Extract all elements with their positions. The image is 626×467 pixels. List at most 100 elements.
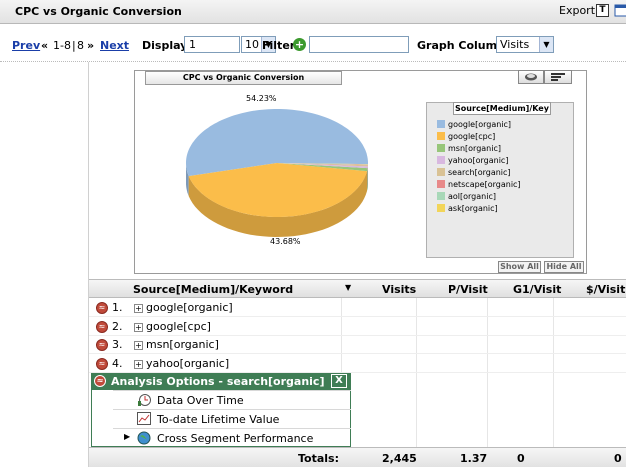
table-header: Source[Medium]/Keyword ▼ Visits P/Visit …: [89, 279, 626, 298]
close-button[interactable]: X: [331, 374, 347, 388]
line-chart-icon: [137, 412, 151, 425]
legend-item[interactable]: ask[organic]: [437, 204, 498, 214]
clock-chart-icon: [138, 394, 151, 406]
legend-swatch: [437, 132, 445, 140]
filter-label: Filter: [262, 39, 296, 52]
menu-item-label: Data Over Time: [157, 394, 244, 407]
legend-item[interactable]: yahoo[organic]: [437, 156, 508, 166]
legend-swatch: [437, 168, 445, 176]
row-options-icon[interactable]: ≈: [96, 302, 108, 314]
row-number: 3.: [112, 338, 123, 351]
first-page-icon[interactable]: «: [41, 39, 48, 52]
pie-icon: [525, 73, 537, 81]
next-link[interactable]: Next: [100, 39, 129, 52]
legend-item[interactable]: google[organic]: [437, 120, 511, 130]
totals-row: Totals: 2,445 1.37 0 0: [89, 447, 626, 467]
row-options-icon[interactable]: ≈: [96, 339, 108, 351]
legend-item[interactable]: search[organic]: [437, 168, 511, 178]
show-all-button[interactable]: Show All: [498, 261, 541, 273]
expand-icon[interactable]: +: [134, 322, 143, 332]
add-filter-icon[interactable]: +: [293, 38, 306, 51]
popup-title: Analysis Options - search[organic]: [111, 375, 325, 388]
expand-icon[interactable]: +: [134, 359, 143, 369]
menu-item-label: Cross Segment Performance: [157, 432, 314, 445]
hide-all-button[interactable]: Hide All: [544, 261, 584, 273]
col-pvisit[interactable]: P/Visit: [448, 283, 488, 296]
legend-label: yahoo[organic]: [448, 156, 509, 165]
graph-column-select[interactable]: Visits ▼: [496, 36, 554, 53]
menu-item-cross-segment[interactable]: ▶ Cross Segment Performance: [113, 428, 351, 447]
page-sep: |: [72, 39, 76, 52]
globe-icon: [137, 431, 151, 445]
col-visits[interactable]: Visits: [382, 283, 416, 296]
page-total: 8: [77, 39, 84, 52]
totals-label: Totals:: [298, 452, 339, 465]
row-number: 2.: [112, 319, 123, 333]
legend-item[interactable]: google[cpc]: [437, 132, 495, 142]
chevron-down-icon: ▼: [539, 37, 553, 52]
bar-chart-icon: [551, 73, 565, 81]
divider: [0, 61, 626, 62]
filter-input[interactable]: [309, 36, 409, 53]
collapse-icon[interactable]: ≈: [94, 375, 106, 387]
row-label[interactable]: google[organic]: [146, 301, 233, 314]
totals-pvisit: 1.37: [460, 452, 488, 465]
legend-item[interactable]: aol[organic]: [437, 192, 496, 202]
col-g1visit[interactable]: G1/Visit: [513, 283, 561, 296]
menu-item-label: To-date Lifetime Value: [157, 413, 280, 426]
display-start-value: 1: [189, 38, 196, 51]
legend-label: google[organic]: [448, 120, 512, 129]
col-dvisits[interactable]: $/Visits: [586, 283, 626, 296]
toolbar: Prev « 1-8 | 8 » Next Display 1 10 ▼ Filt…: [0, 36, 626, 56]
export-text-button[interactable]: T: [596, 4, 609, 17]
divider: [88, 62, 89, 467]
legend-label: netscape[organic]: [448, 180, 521, 189]
legend-label: ask[organic]: [448, 204, 498, 213]
last-page-icon[interactable]: »: [87, 39, 94, 52]
expand-arrow-icon: ▶: [124, 432, 131, 441]
expand-icon[interactable]: +: [134, 304, 143, 313]
report-header: CPC vs Organic Conversion: [0, 0, 626, 24]
sort-icon[interactable]: ▼: [345, 283, 351, 292]
menu-item-data-over-time[interactable]: Data Over Time: [113, 390, 351, 409]
pie-label-bottom: 43.68%: [270, 237, 301, 246]
bar-view-button[interactable]: [544, 70, 572, 84]
expand-icon[interactable]: +: [134, 341, 143, 350]
display-start-input[interactable]: 1: [184, 36, 240, 53]
display-label: Display: [142, 39, 188, 52]
legend-title: Source[Medium]/Key: [453, 102, 551, 115]
graph-column-value: Visits: [500, 38, 530, 51]
legend-swatch: [437, 192, 445, 200]
row-label[interactable]: yahoo[organic]: [146, 357, 229, 370]
legend-label: aol[organic]: [448, 192, 496, 201]
row-options-icon[interactable]: ≈: [96, 357, 108, 370]
legend-swatch: [437, 120, 445, 128]
legend-label: search[organic]: [448, 168, 511, 177]
legend-swatch: [437, 204, 445, 212]
menu-item-lifetime-value[interactable]: To-date Lifetime Value: [113, 409, 351, 428]
totals-visits: 2,445: [382, 452, 417, 465]
legend-swatch: [437, 180, 445, 188]
legend-swatch: [437, 156, 445, 164]
legend-item[interactable]: netscape[organic]: [437, 180, 521, 190]
row-number: 1.: [112, 301, 123, 314]
totals-dvisits: 0: [614, 452, 622, 465]
row-number: 4.: [112, 356, 123, 370]
report-title: CPC vs Organic Conversion: [15, 5, 182, 18]
pie-label-top: 54.23%: [246, 94, 277, 103]
row-label[interactable]: google[cpc]: [146, 320, 211, 333]
chart-title: CPC vs Organic Conversion: [145, 71, 342, 85]
export-excel-icon[interactable]: [614, 4, 626, 17]
legend-label: google[cpc]: [448, 132, 496, 141]
legend-swatch: [437, 144, 445, 152]
legend-item[interactable]: msn[organic]: [437, 144, 501, 154]
row-options-icon[interactable]: ≈: [96, 320, 108, 333]
totals-g1visit: 0: [517, 452, 525, 465]
row-label[interactable]: msn[organic]: [146, 338, 219, 351]
prev-link[interactable]: Prev: [12, 39, 40, 52]
pie-view-button[interactable]: [518, 70, 544, 84]
col-keyword[interactable]: Source[Medium]/Keyword: [133, 283, 293, 296]
display-count-value: 10: [245, 38, 259, 51]
popup-header: ≈ Analysis Options - search[organic]: [91, 373, 351, 390]
graph-column-label: Graph Column: [417, 39, 505, 52]
